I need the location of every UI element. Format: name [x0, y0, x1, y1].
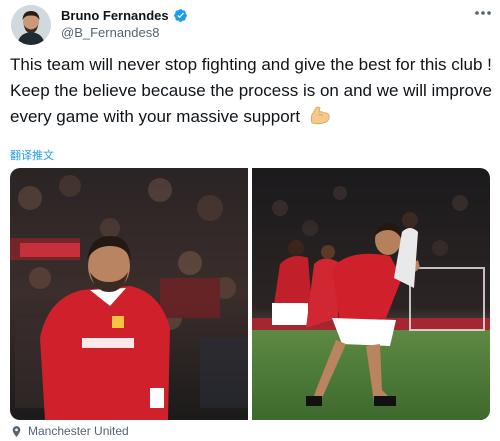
location-label[interactable]: Manchester United [28, 424, 129, 438]
media-grid [10, 168, 490, 420]
translate-tweet-link[interactable]: 翻译推文 [10, 147, 54, 163]
more-icon[interactable] [472, 5, 494, 21]
player-portrait-photo[interactable] [10, 168, 248, 420]
author-avatar[interactable] [11, 5, 51, 45]
author-handle[interactable]: @B_Fernandes8 [61, 25, 159, 40]
author-name-row[interactable]: Bruno Fernandes [61, 8, 188, 23]
verified-badge-icon [173, 8, 188, 23]
tweet-text: This team will never stop fighting and g… [10, 52, 496, 133]
tweet-body: This team will never stop fighting and g… [10, 55, 492, 126]
flexed-biceps-emoji [309, 105, 331, 133]
location-tag[interactable]: Manchester United [10, 424, 129, 438]
location-pin-icon [10, 425, 23, 438]
author-display-name[interactable]: Bruno Fernandes [61, 8, 169, 23]
player-running-photo[interactable] [252, 168, 490, 420]
